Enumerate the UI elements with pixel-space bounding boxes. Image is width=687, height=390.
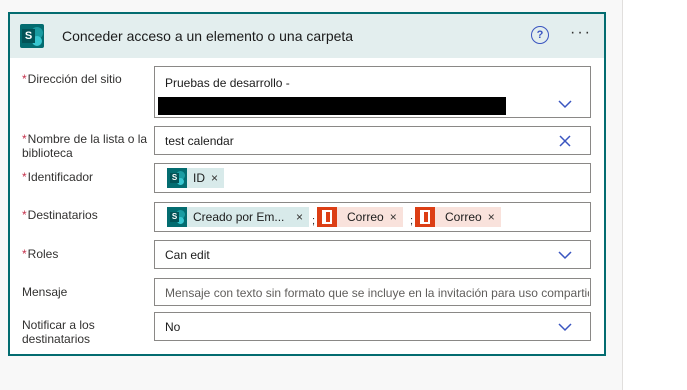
notify-value: No: [165, 320, 181, 334]
notify-label: Notificar a los destinatarios: [22, 318, 95, 346]
roles-label: *Roles: [22, 247, 59, 261]
token-created-by[interactable]: S Creado por Em... ×: [167, 207, 309, 227]
site-address-value: Pruebas de desarrollo -: [165, 76, 290, 90]
card-header[interactable]: S Conceder acceso a un elemento o una ca…: [10, 14, 604, 58]
more-ellipsis-icon[interactable]: ···: [570, 24, 592, 42]
recipients-label: *Destinatarios: [22, 208, 98, 222]
chevron-down-icon[interactable]: [558, 97, 572, 111]
token-separator: ;: [312, 215, 316, 227]
message-label: Mensaje: [22, 285, 68, 299]
remove-token-icon[interactable]: ×: [211, 171, 224, 185]
office-icon: [415, 207, 435, 227]
token-correo-2[interactable]: Correo ×: [415, 207, 501, 227]
message-field[interactable]: Mensaje con texto sin formato que se inc…: [154, 278, 591, 306]
identifier-field[interactable]: S ID ×: [154, 163, 591, 193]
sharepoint-icon: S: [167, 207, 187, 227]
sharepoint-icon: S: [167, 168, 187, 188]
action-card: S Conceder acceso a un elemento o una ca…: [8, 12, 606, 356]
chevron-down-icon[interactable]: [558, 320, 572, 334]
help-circle-icon[interactable]: ?: [531, 26, 549, 44]
message-placeholder: Mensaje con texto sin formato que se inc…: [165, 286, 589, 300]
roles-dropdown[interactable]: Can edit: [154, 240, 591, 269]
token-separator: ;: [410, 215, 414, 227]
identifier-label: *Identificador: [22, 170, 94, 184]
list-name-label: *Nombre de la lista o la biblioteca: [22, 132, 148, 160]
remove-token-icon[interactable]: ×: [488, 210, 501, 224]
card-title: Conceder acceso a un elemento o una carp…: [62, 28, 354, 44]
list-name-value: test calendar: [165, 134, 234, 148]
notify-dropdown[interactable]: No: [154, 312, 591, 341]
right-panel: [622, 0, 687, 390]
remove-token-icon[interactable]: ×: [296, 210, 309, 224]
token-correo-1[interactable]: Correo ×: [317, 207, 403, 227]
token-id[interactable]: S ID ×: [167, 168, 225, 188]
list-name-field[interactable]: test calendar: [154, 126, 591, 155]
sharepoint-icon: S: [20, 24, 44, 48]
clear-icon[interactable]: [558, 134, 572, 148]
recipients-field[interactable]: S Creado por Em... × ; Correo × ; Correo…: [154, 202, 591, 232]
office-icon: [317, 207, 337, 227]
roles-value: Can edit: [165, 248, 210, 262]
site-address-dropdown[interactable]: Pruebas de desarrollo -: [154, 66, 591, 118]
redacted-block: [158, 97, 506, 115]
chevron-down-icon[interactable]: [558, 248, 572, 262]
required-marker: *: [22, 72, 27, 86]
remove-token-icon[interactable]: ×: [390, 210, 403, 224]
site-address-label: *Dirección del sitio: [22, 72, 122, 86]
